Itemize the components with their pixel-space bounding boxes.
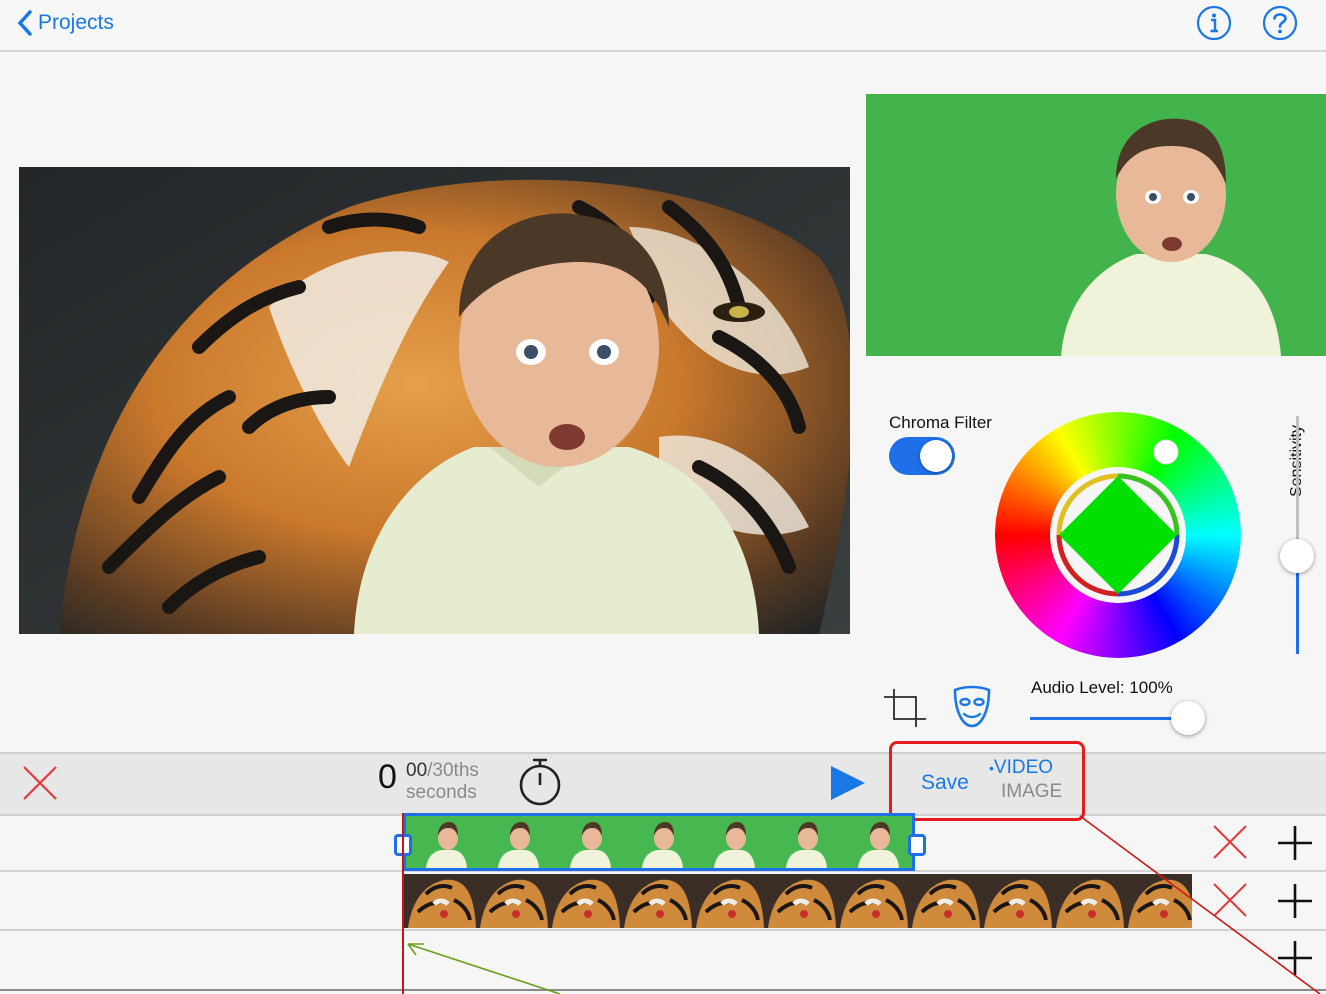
add-track-icon[interactable] (1276, 824, 1314, 862)
video-option-label: VIDEO (993, 757, 1054, 778)
track-divider (0, 989, 1326, 991)
audio-level-slider-knob[interactable] (1171, 701, 1205, 735)
composite-preview[interactable] (19, 167, 850, 634)
navigation-bar: Projects (0, 0, 1326, 52)
delete-track-icon[interactable] (1212, 824, 1248, 860)
time-whole-seconds: 0 (378, 758, 397, 796)
stopwatch-icon[interactable] (516, 756, 564, 808)
green-screen-clip[interactable] (403, 813, 915, 871)
time-fraction: 00 (406, 760, 428, 781)
save-button[interactable]: Save (921, 771, 969, 795)
color-wheel (995, 412, 1241, 658)
play-icon[interactable] (829, 764, 867, 802)
audio-level-label: Audio Level: 100% (1031, 678, 1173, 697)
track-divider (0, 929, 1326, 931)
info-circle-icon[interactable] (1195, 4, 1233, 42)
add-track-icon[interactable] (1276, 882, 1314, 920)
time-caption: seconds (406, 782, 477, 803)
sensitivity-track-upper (1296, 416, 1299, 556)
clip-thumbnails (404, 874, 1192, 928)
close-x-icon[interactable] (21, 764, 59, 802)
crop-icon[interactable] (882, 687, 928, 729)
tiger-background-clip[interactable] (404, 874, 1192, 928)
time-fraction-readout: 00/30ths seconds (406, 760, 479, 804)
toggle-knob (920, 440, 952, 472)
chroma-filter-label: Chroma Filter (889, 413, 992, 432)
sensitivity-slider-knob[interactable] (1280, 539, 1314, 573)
image-option[interactable]: IMAGE (1001, 781, 1062, 803)
composite-image (19, 167, 850, 634)
playhead[interactable] (402, 813, 404, 994)
mask-icon[interactable] (951, 684, 993, 730)
clip-thumbnails (406, 816, 910, 868)
color-wheel-picker[interactable] (995, 412, 1241, 663)
video-option[interactable]: •VIDEO (989, 757, 1053, 779)
clip-end-handle[interactable] (908, 834, 926, 856)
question-circle-icon[interactable] (1261, 4, 1299, 42)
chroma-filter-toggle[interactable] (889, 437, 955, 475)
audio-level-track (1030, 717, 1190, 720)
green-screen-image (866, 94, 1326, 356)
add-track-icon[interactable] (1276, 939, 1314, 977)
source-video-preview[interactable] (866, 94, 1326, 356)
chevron-left-icon (17, 10, 32, 36)
delete-track-icon[interactable] (1212, 882, 1248, 918)
time-unit: /30ths (427, 760, 479, 781)
timeline-toolbar (0, 752, 1326, 816)
back-button[interactable]: Projects (16, 6, 114, 40)
back-label: Projects (38, 11, 114, 34)
